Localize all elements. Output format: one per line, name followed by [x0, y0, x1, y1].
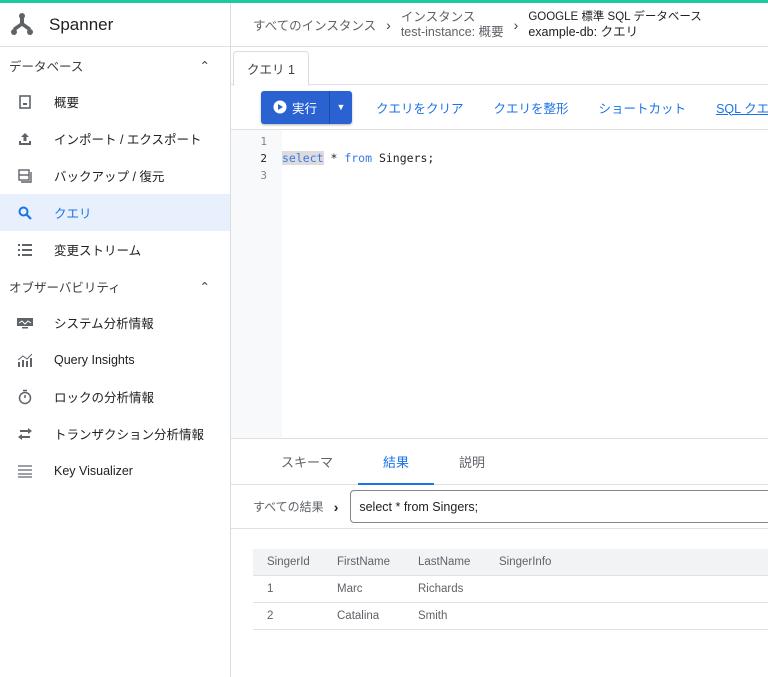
- sidebar-item-label: Query Insights: [54, 352, 135, 367]
- section-label: データベース: [9, 59, 84, 74]
- sidebar-item-label: バックアップ / 復元: [54, 170, 165, 184]
- run-button[interactable]: 実行: [261, 90, 331, 124]
- tab-explanation[interactable]: 説明: [434, 439, 510, 484]
- section-label: オブザーバビリティ: [9, 280, 121, 295]
- overview-icon: [16, 93, 34, 111]
- sidebar-item-label: Key Visualizer: [54, 463, 133, 478]
- sidebar-item-key-visualizer[interactable]: Key Visualizer: [0, 452, 230, 489]
- sidebar-item-query-insights[interactable]: Query Insights: [0, 341, 230, 378]
- keyword: select: [282, 151, 324, 165]
- table-row: 2 Catalina Smith: [253, 602, 768, 630]
- monitor-icon: [16, 314, 34, 332]
- spanner-logo-icon: [11, 12, 33, 35]
- line-number: 3: [260, 169, 267, 182]
- breadcrumb-name: test-instance: 概要: [400, 24, 504, 39]
- sidebar-item-label: 概要: [54, 96, 80, 110]
- table-cell: Richards: [404, 575, 485, 603]
- chevron-right-icon: ›: [333, 498, 339, 515]
- sidebar-item-transaction-insights[interactable]: トランザクション分析情報: [0, 415, 230, 452]
- breadcrumb-database: GOOGLE 標準 SQL データベース example-db: クエリ: [528, 10, 701, 40]
- table-cell: 2: [253, 602, 323, 630]
- table-cell: [485, 602, 768, 630]
- breadcrumb-name: example-db: クエリ: [528, 24, 639, 39]
- table-cell: 1: [253, 575, 323, 603]
- line-number: 2: [260, 152, 267, 165]
- sidebar-item-label: システム分析情報: [54, 317, 154, 331]
- breadcrumb-type: GOOGLE 標準 SQL データベース: [528, 10, 702, 23]
- brand[interactable]: Spanner: [0, 3, 230, 47]
- results-table: SingerId FirstName LastName SingerInfo 1…: [253, 549, 768, 630]
- column-header: LastName: [404, 549, 485, 576]
- table-row: 1 Marc Richards: [253, 575, 768, 603]
- breadcrumb-type: インスタンス: [400, 9, 476, 24]
- app-title: Spanner: [49, 14, 114, 34]
- chevron-right-icon: ›: [513, 16, 519, 33]
- query-tabs: クエリ 1: [231, 47, 768, 86]
- line-number: 1: [260, 135, 267, 148]
- sidebar-item-label: トランザクション分析情報: [54, 428, 205, 442]
- run-button-group: 実行 ▼: [261, 90, 353, 124]
- executed-query-field[interactable]: select * from Singers;: [350, 490, 768, 523]
- upload-icon: [16, 130, 34, 148]
- sidebar-item-import-export[interactable]: インポート / エクスポート: [0, 120, 230, 157]
- breadcrumb: すべてのインスタンス › インスタンス test-instance: 概要 › G…: [231, 3, 768, 47]
- timer-icon: [16, 388, 34, 406]
- sidebar-item-overview[interactable]: 概要: [0, 83, 230, 120]
- tab-results[interactable]: 結果: [358, 439, 435, 485]
- sidebar-item-label: インポート / エクスポート: [54, 133, 202, 147]
- section-database[interactable]: データベース ⌃: [0, 47, 230, 83]
- list-icon: [16, 241, 34, 259]
- sidebar: Spanner データベース ⌃ 概要 インポート / エクスポート バックアップ…: [0, 3, 231, 677]
- swap-icon: [16, 425, 34, 443]
- breadcrumb-all-instances[interactable]: すべてのインスタンス: [253, 15, 376, 34]
- keyword: from: [344, 151, 373, 165]
- tab-schema[interactable]: スキーマ: [256, 439, 358, 484]
- column-header: SingerId: [253, 549, 323, 576]
- code-token: Singers;: [372, 151, 435, 165]
- chevron-up-icon: ⌃: [199, 279, 210, 294]
- insights-icon: [16, 351, 34, 369]
- sidebar-item-label: 変更ストリーム: [54, 244, 142, 258]
- clear-query-button[interactable]: クエリをクリア: [376, 98, 464, 117]
- sql-editor[interactable]: 1 2 3 select * from Singers;: [231, 130, 768, 439]
- table-cell: Smith: [404, 602, 485, 630]
- breadcrumb-instance[interactable]: インスタンス test-instance: 概要: [401, 10, 504, 40]
- column-header: SingerInfo: [485, 549, 768, 576]
- code-area[interactable]: select * from Singers;: [282, 130, 768, 438]
- sidebar-item-label: クエリ: [54, 207, 92, 221]
- shortcuts-button[interactable]: ショートカット: [599, 98, 687, 117]
- code-token: *: [323, 151, 345, 165]
- sidebar-item-system-insights[interactable]: システム分析情報: [0, 304, 230, 341]
- play-icon: [273, 100, 287, 114]
- all-results-link[interactable]: すべての結果: [253, 498, 324, 515]
- column-header: FirstName: [323, 549, 404, 576]
- code-line: select * from Singers;: [282, 150, 768, 167]
- caret-down-icon: ▼: [336, 102, 346, 112]
- table-header-row: SingerId FirstName LastName SingerInfo: [253, 549, 768, 576]
- section-observability[interactable]: オブザーバビリティ ⌃: [0, 268, 230, 304]
- table-cell: [485, 575, 768, 603]
- search-icon: [16, 204, 34, 222]
- run-dropdown-button[interactable]: ▼: [330, 91, 352, 124]
- sidebar-item-query[interactable]: クエリ: [0, 194, 230, 231]
- format-query-button[interactable]: クエリを整形: [494, 98, 569, 117]
- table-cell: Catalina: [323, 602, 404, 630]
- results-tabs: スキーマ 結果 説明: [231, 439, 768, 485]
- sidebar-item-change-streams[interactable]: 変更ストリーム: [0, 231, 230, 268]
- sidebar-item-label: ロックの分析情報: [54, 391, 155, 405]
- results-filter: すべての結果 › select * from Singers;: [231, 485, 768, 529]
- line-numbers: 1 2 3: [231, 130, 282, 438]
- grid-icon: [16, 462, 34, 480]
- editor-toolbar: 実行 ▼ クエリをクリア クエリを整形 ショートカット SQL クエリのヘルプ: [231, 85, 768, 130]
- tab-query-1[interactable]: クエリ 1: [233, 51, 309, 86]
- table-cell: Marc: [323, 575, 404, 603]
- chevron-right-icon: ›: [386, 16, 391, 33]
- chevron-up-icon: ⌃: [199, 58, 210, 73]
- sql-help-link[interactable]: SQL クエリのヘルプ: [716, 98, 768, 117]
- run-label: 実行: [292, 101, 318, 116]
- backup-icon: [16, 167, 34, 185]
- sidebar-item-backup[interactable]: バックアップ / 復元: [0, 157, 230, 194]
- sidebar-item-lock-insights[interactable]: ロックの分析情報: [0, 378, 230, 415]
